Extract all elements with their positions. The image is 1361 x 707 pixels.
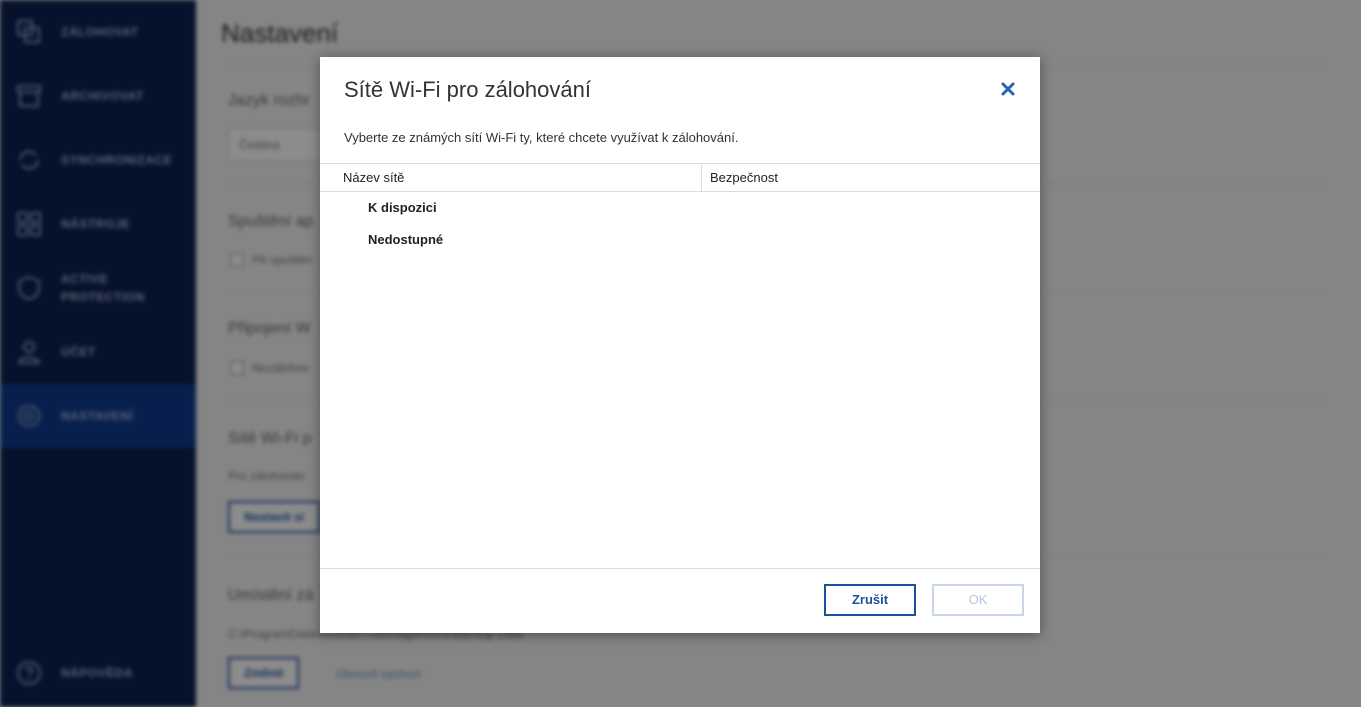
ok-button[interactable]: OK [932, 584, 1024, 616]
wifi-networks-dialog: Sítě Wi-Fi pro zálohování Vyberte ze zná… [320, 57, 1040, 633]
column-header-security[interactable]: Bezpečnost [701, 164, 1049, 191]
dialog-description: Vyberte ze známých sítí Wi-Fi ty, které … [344, 130, 739, 145]
column-header-network-name[interactable]: Název sítě [343, 164, 699, 191]
footer-divider [320, 568, 1040, 569]
table-header: Název sítě Bezpečnost [320, 163, 1040, 192]
group-unavailable: Nedostupné [368, 232, 444, 247]
dialog-title: Sítě Wi-Fi pro zálohování [344, 77, 591, 102]
cancel-button[interactable]: Zrušit [824, 584, 916, 616]
close-icon[interactable] [996, 77, 1020, 101]
group-available: K dispozici [368, 200, 437, 215]
